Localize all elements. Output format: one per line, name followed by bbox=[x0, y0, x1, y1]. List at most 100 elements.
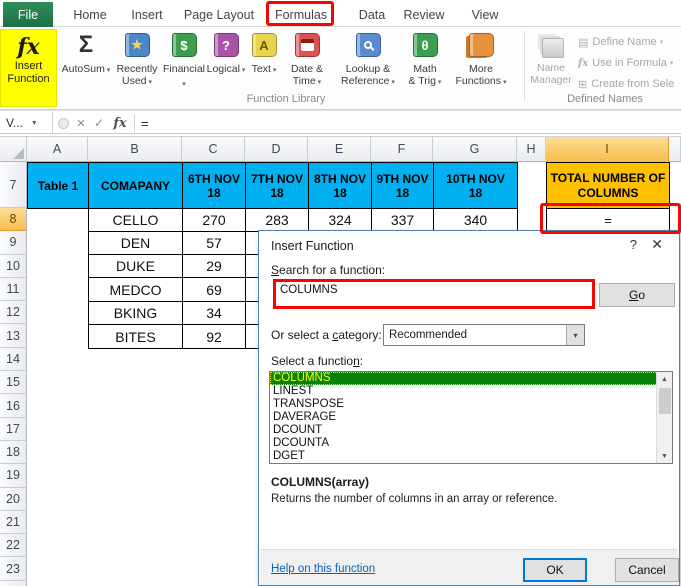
tab-data[interactable]: Data bbox=[355, 5, 389, 25]
function-item-daverage[interactable]: DAVERAGE bbox=[270, 411, 672, 424]
function-item-dget[interactable]: DGET bbox=[270, 450, 672, 463]
column-header-f[interactable]: F bbox=[371, 137, 433, 161]
cell-c11-value[interactable]: 69 bbox=[182, 277, 246, 302]
cell-d7-date-header[interactable]: 7TH NOV 18 bbox=[245, 162, 309, 209]
close-icon[interactable]: ✕ bbox=[651, 236, 663, 253]
row-header-8-selected[interactable]: 8 bbox=[0, 208, 26, 232]
cell-i8-active-formula[interactable]: = bbox=[546, 208, 670, 232]
scroll-up-icon[interactable]: ▲ bbox=[657, 372, 672, 386]
row-header-7[interactable]: 7 bbox=[0, 162, 26, 208]
cancel-entry-icon[interactable]: ✕ bbox=[72, 112, 90, 134]
row-header-9[interactable]: 9 bbox=[0, 231, 26, 255]
cell-b12-company[interactable]: BKING bbox=[88, 301, 183, 325]
name-manager-button[interactable]: Name Manager bbox=[529, 32, 573, 102]
row-header-23[interactable]: 23 bbox=[0, 557, 26, 581]
column-header-d[interactable]: D bbox=[245, 137, 308, 161]
date-time-button[interactable]: Date & Time bbox=[284, 30, 330, 100]
cell-c8-value[interactable]: 270 bbox=[182, 208, 246, 232]
scrollbar-thumb[interactable] bbox=[659, 388, 671, 414]
insert-function-fx-icon[interactable]: fx bbox=[110, 112, 130, 134]
tab-insert[interactable]: Insert bbox=[127, 5, 167, 25]
column-header-c[interactable]: C bbox=[182, 137, 245, 161]
ok-button[interactable]: OK bbox=[523, 558, 587, 582]
function-item-transpose[interactable]: TRANSPOSE bbox=[270, 398, 672, 411]
enter-entry-icon[interactable]: ✓ bbox=[90, 112, 108, 134]
combo-arrow-icon[interactable]: ▾ bbox=[566, 325, 584, 345]
row-header-14[interactable]: 14 bbox=[0, 348, 26, 372]
row-header-11[interactable]: 11 bbox=[0, 278, 26, 302]
use-in-formula-button[interactable]: fx Use in Formula ▾ bbox=[578, 54, 673, 72]
row-header-22[interactable]: 22 bbox=[0, 534, 26, 558]
row-header-15[interactable]: 15 bbox=[0, 371, 26, 395]
function-item-linest[interactable]: LINEST bbox=[270, 385, 672, 398]
function-item-dcount[interactable]: DCOUNT bbox=[270, 424, 672, 437]
tab-home[interactable]: Home bbox=[70, 5, 110, 25]
row-header-21[interactable]: 21 bbox=[0, 511, 26, 535]
column-header-b[interactable]: B bbox=[88, 137, 182, 161]
cell-c10-value[interactable]: 29 bbox=[182, 254, 246, 278]
row-header-19[interactable]: 19 bbox=[0, 464, 26, 488]
cell-e7-date-header[interactable]: 8TH NOV 18 bbox=[308, 162, 372, 209]
row-header-16[interactable]: 16 bbox=[0, 394, 26, 418]
row-header-13[interactable]: 13 bbox=[0, 324, 26, 348]
cell-b9-company[interactable]: DEN bbox=[88, 231, 183, 255]
row-header-17[interactable]: 17 bbox=[0, 418, 26, 441]
tab-view[interactable]: View bbox=[468, 5, 502, 25]
category-dropdown[interactable]: Recommended ▾ bbox=[383, 324, 585, 346]
logical-button[interactable]: ? Logical bbox=[206, 30, 246, 100]
go-button[interactable]: Go bbox=[599, 283, 675, 307]
row-header-18[interactable]: 18 bbox=[0, 441, 26, 465]
search-function-input[interactable]: COLUMNS bbox=[276, 282, 592, 306]
autosum-button[interactable]: Σ AutoSum bbox=[60, 30, 112, 100]
cell-b8-company[interactable]: CELLO bbox=[88, 208, 183, 232]
cell-c13-value[interactable]: 92 bbox=[182, 324, 246, 349]
name-box[interactable]: V... ▼ bbox=[0, 112, 53, 134]
create-from-selection-button[interactable]: ⊞ Create from Sele bbox=[578, 75, 681, 93]
insert-function-button[interactable]: fx Insert Function bbox=[0, 29, 57, 107]
cell-e8-value[interactable]: 324 bbox=[308, 208, 372, 232]
listbox-scrollbar[interactable]: ▲ ▼ bbox=[656, 372, 672, 463]
cell-b7-company-header[interactable]: COMAPANY bbox=[88, 162, 183, 209]
cell-f7-date-header[interactable]: 9TH NOV 18 bbox=[371, 162, 434, 209]
tab-file[interactable]: File bbox=[3, 2, 53, 27]
cell-f8-value[interactable]: 337 bbox=[371, 208, 434, 232]
column-header-a[interactable]: A bbox=[27, 137, 88, 161]
help-on-function-link[interactable]: Help on this function bbox=[271, 563, 375, 575]
row-header-24[interactable]: 24 bbox=[0, 581, 26, 586]
dialog-help-icon[interactable]: ? bbox=[630, 237, 637, 252]
cell-d8-value[interactable]: 283 bbox=[245, 208, 309, 232]
cell-b10-company[interactable]: DUKE bbox=[88, 254, 183, 278]
cell-b11-company[interactable]: MEDCO bbox=[88, 277, 183, 302]
formula-input[interactable]: = bbox=[141, 112, 149, 134]
select-all-corner[interactable] bbox=[0, 137, 27, 161]
scroll-down-icon[interactable]: ▼ bbox=[657, 449, 672, 463]
function-item-columns-selected[interactable]: COLUMNS bbox=[270, 372, 672, 385]
cell-i7-total-header[interactable]: TOTAL NUMBER OF COLUMNS bbox=[546, 162, 670, 209]
cell-c7-date-header[interactable]: 6TH NOV 18 bbox=[182, 162, 246, 209]
tab-review[interactable]: Review bbox=[402, 5, 446, 25]
cell-g7-date-header[interactable]: 10TH NOV 18 bbox=[433, 162, 518, 209]
column-header-h[interactable]: H bbox=[517, 137, 546, 161]
define-name-button[interactable]: ▤ Define Name ▾ bbox=[578, 33, 663, 51]
tab-formulas[interactable]: Formulas bbox=[274, 5, 328, 25]
row-header-20[interactable]: 20 bbox=[0, 488, 26, 511]
cell-g8-value[interactable]: 340 bbox=[433, 208, 518, 232]
more-functions-button[interactable]: More Functions bbox=[450, 30, 512, 100]
cell-c12-value[interactable]: 34 bbox=[182, 301, 246, 325]
financial-button[interactable]: $ Financial bbox=[162, 30, 206, 100]
column-header-g[interactable]: G bbox=[433, 137, 517, 161]
lookup-reference-button[interactable]: Lookup & Reference bbox=[334, 30, 402, 100]
cell-c9-value[interactable]: 57 bbox=[182, 231, 246, 255]
row-header-10[interactable]: 10 bbox=[0, 255, 26, 278]
tab-page-layout[interactable]: Page Layout bbox=[183, 5, 255, 25]
math-trig-button[interactable]: θ Math & Trig bbox=[402, 30, 448, 100]
recently-used-button[interactable]: ★ Recently Used bbox=[112, 30, 162, 100]
cancel-button[interactable]: Cancel bbox=[615, 558, 679, 582]
row-header-12[interactable]: 12 bbox=[0, 301, 26, 325]
cell-b13-company[interactable]: BITES bbox=[88, 324, 183, 349]
cell-a7-table-label[interactable]: Table 1 bbox=[27, 162, 89, 209]
function-item-dcounta[interactable]: DCOUNTA bbox=[270, 437, 672, 450]
column-header-i-selected[interactable]: I bbox=[546, 137, 669, 161]
name-box-dropdown-icon[interactable]: ▼ bbox=[31, 120, 38, 127]
text-button[interactable]: A Text bbox=[246, 30, 282, 100]
